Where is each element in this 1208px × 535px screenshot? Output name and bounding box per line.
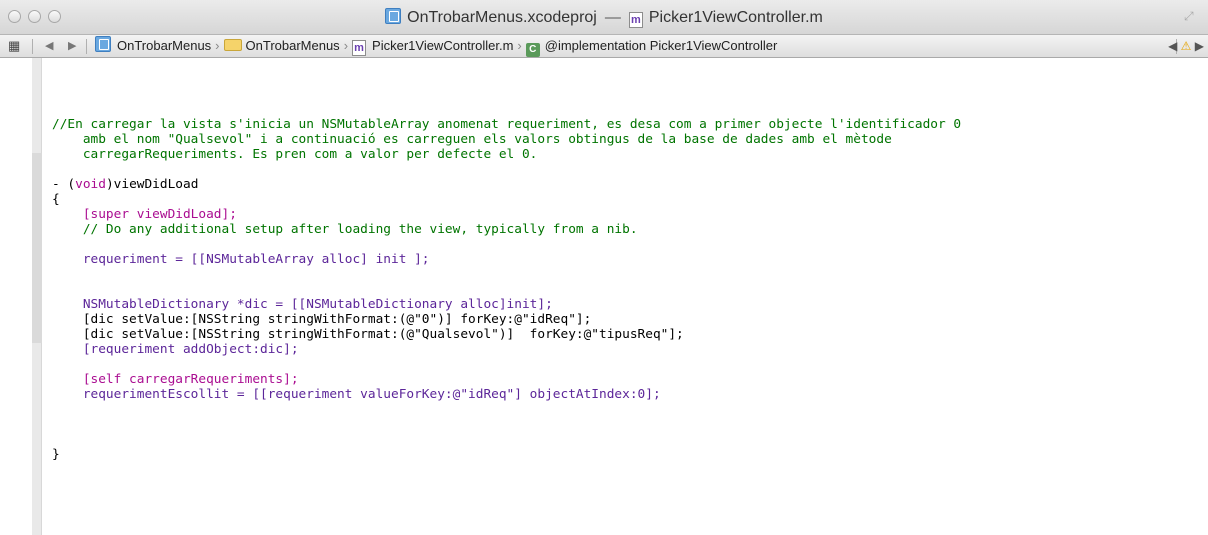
title-bar: OnTrobarMenus.xcodeproj — m Picker1ViewCont… — [0, 0, 1208, 35]
source-editor[interactable]: //En carregar la vista s'inicia un NSMut… — [0, 58, 1208, 535]
breadcrumb-folder[interactable]: OnTrobarMenus — [223, 38, 340, 53]
folder-icon — [223, 39, 242, 51]
fold-band — [32, 153, 42, 343]
jumpbar-divider — [32, 39, 33, 54]
code-line: { — [52, 192, 60, 207]
code-folding-ribbon[interactable] — [32, 58, 42, 535]
code-token: - ( — [52, 177, 76, 192]
code-line: } — [52, 447, 60, 462]
chevron-right-icon: › — [343, 38, 349, 53]
code-line: [super viewDidLoad]; — [52, 207, 237, 222]
warning-icon[interactable]: ⚠ — [1181, 39, 1192, 53]
code-line: - (void)viewDidLoad — [52, 177, 961, 192]
fullscreen-icon[interactable]: ⤢ — [1184, 10, 1196, 22]
next-issue-icon[interactable]: ▶ — [1195, 39, 1204, 53]
breadcrumb-project[interactable]: OnTrobarMenus — [95, 36, 212, 53]
code-line: // Do any additional setup after loading… — [52, 222, 638, 237]
forward-arrow-icon[interactable]: ▶ — [68, 35, 76, 57]
code-line: [dic setValue:[NSString stringWithFormat… — [52, 327, 684, 342]
back-arrow-icon[interactable]: ◀ — [45, 35, 53, 57]
code-line: requeriment = [[NSMutableArray alloc] in… — [52, 252, 430, 267]
xcode-project-icon — [95, 36, 111, 52]
issue-navigator-controls: ◀ ⚠ ▶ — [1168, 35, 1204, 57]
chevron-right-icon: › — [215, 38, 220, 53]
breadcrumb-file[interactable]: m Picker1ViewController.m — [352, 38, 514, 56]
code-line: [self carregarRequeriments]; — [52, 372, 299, 387]
code-line: [requeriment addObject:dic]; — [52, 342, 299, 357]
breadcrumb-symbol-label: @implementation Picker1ViewController — [544, 38, 778, 53]
code-line: //En carregar la vista s'inicia un NSMut… — [52, 117, 962, 132]
objc-file-icon: m — [352, 40, 367, 56]
previous-issue-icon[interactable]: ◀ — [1168, 39, 1177, 53]
code-line: amb el nom "Qualsevol" i a continuació e… — [52, 132, 892, 147]
related-items-grid-icon[interactable]: ▦ — [8, 35, 22, 57]
breadcrumb-file-label: Picker1ViewController.m — [372, 38, 514, 53]
window-title: OnTrobarMenus.xcodeproj — m Picker1ViewCont… — [0, 8, 1208, 28]
jump-bar: ▦ ◀ ▶ OnTrobarMenus › OnTrobarMenus › m Picke… — [0, 35, 1208, 58]
line-gutter[interactable] — [0, 58, 42, 535]
class-icon: C — [525, 43, 540, 57]
xcode-window: OnTrobarMenus.xcodeproj — m Picker1ViewCont… — [0, 0, 1208, 535]
code-line: carregarRequeriments. Es pren com a valo… — [52, 147, 538, 162]
jumpbar-divider — [86, 39, 87, 54]
breadcrumb-project-label: OnTrobarMenus — [117, 38, 212, 53]
project-name: OnTrobarMenus.xcodeproj — [407, 9, 597, 26]
breadcrumb-folder-label: OnTrobarMenus — [245, 38, 340, 53]
title-separator: — — [604, 9, 621, 26]
code-view[interactable]: //En carregar la vista s'inicia un NSMut… — [52, 117, 961, 462]
breadcrumb: OnTrobarMenus › OnTrobarMenus › m Picker1View… — [95, 35, 777, 57]
objc-file-icon: m — [628, 12, 643, 28]
xcode-project-icon — [385, 8, 402, 24]
code-line: [dic setValue:[NSString stringWithFormat… — [52, 312, 592, 327]
code-line: NSMutableDictionary *dic = [[NSMutableDi… — [52, 297, 553, 312]
code-token: void — [75, 177, 106, 192]
chevron-right-icon: › — [517, 38, 522, 53]
file-name: Picker1ViewController.m — [648, 9, 823, 26]
code-line: requerimentEscollit = [[requeriment valu… — [52, 387, 661, 402]
code-token: )viewDidLoad — [105, 177, 199, 192]
breadcrumb-symbol[interactable]: C @implementation Picker1ViewController — [525, 38, 778, 57]
